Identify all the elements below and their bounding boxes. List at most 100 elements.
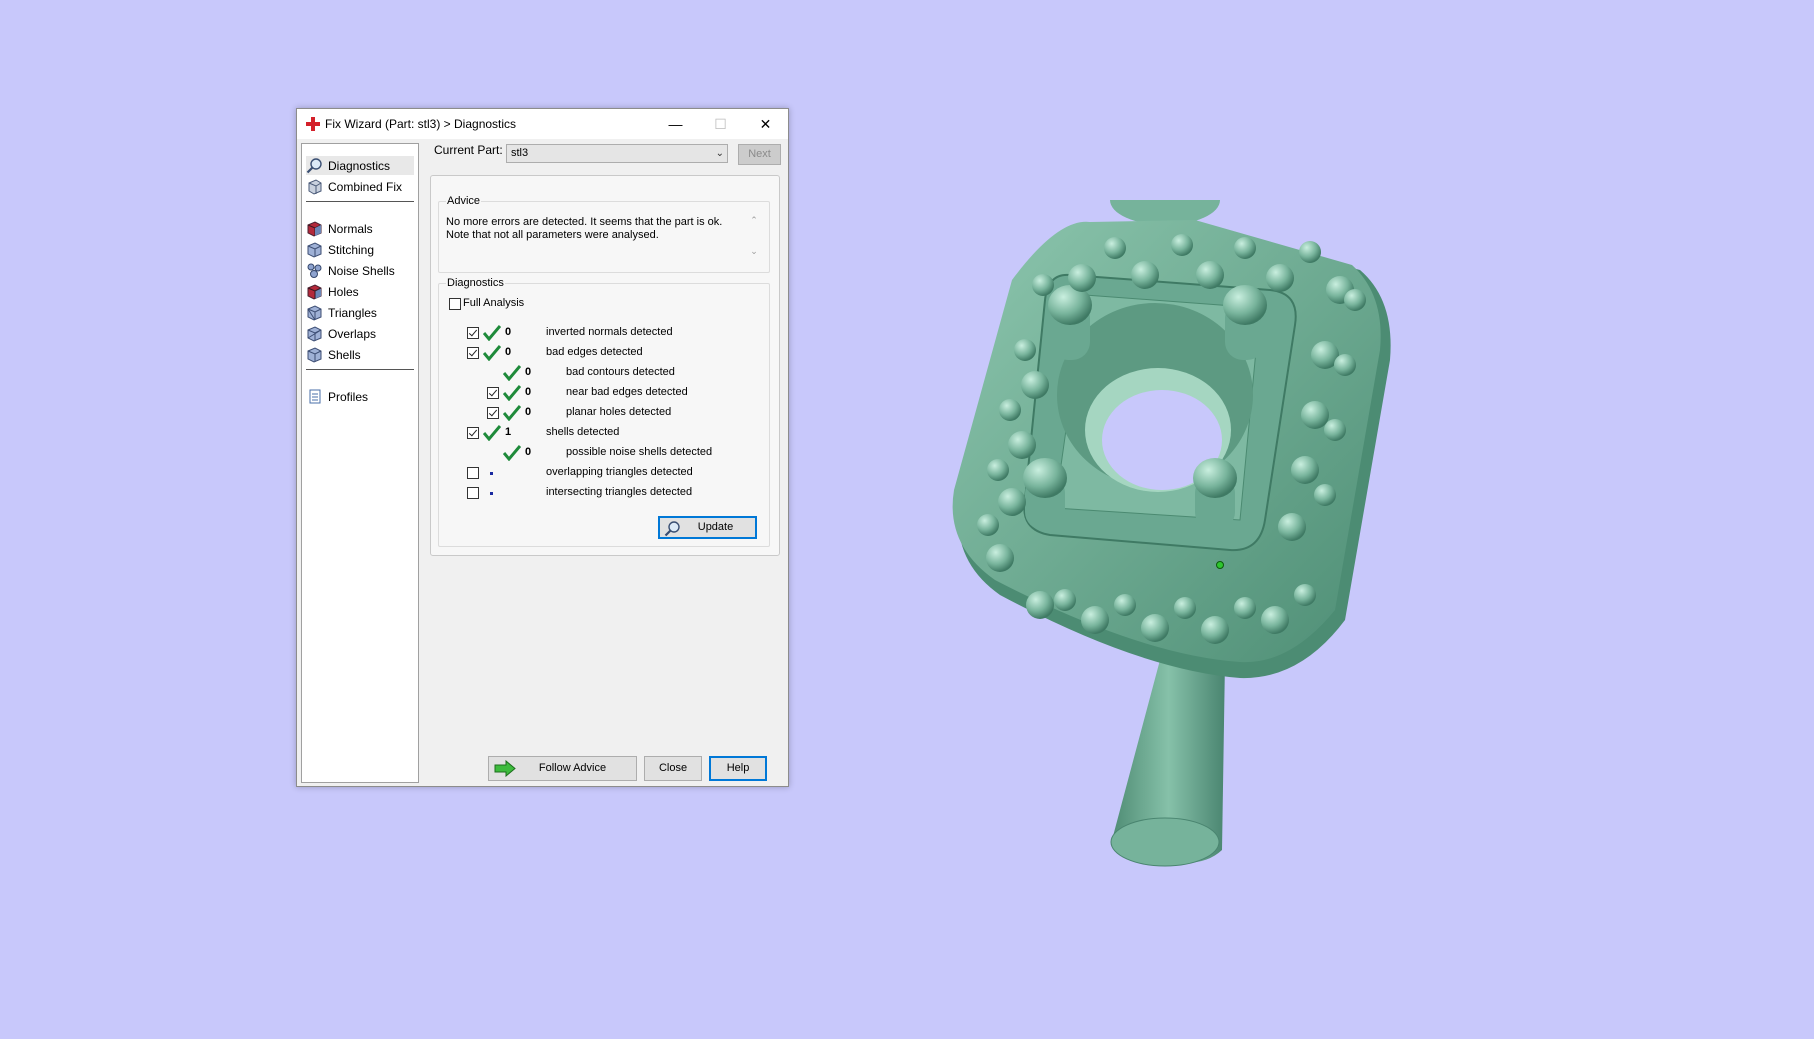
magnifier-icon	[306, 158, 322, 174]
nav-item-profiles[interactable]: Profiles	[306, 387, 414, 406]
near-bad-edges-checkbox[interactable]	[487, 387, 499, 399]
triangles-cube-icon	[307, 305, 322, 321]
model-pivot-marker	[1216, 561, 1224, 569]
close-window-button[interactable]: ✕	[743, 109, 788, 139]
wizard-nav-panel: Diagnostics Combined Fix Normals Stitchi…	[301, 143, 419, 783]
near-bad-edges-count: 0	[525, 386, 532, 398]
combined-fix-icon	[308, 179, 322, 195]
advice-text: No more errors are detected. It seems th…	[446, 216, 746, 266]
advice-line-2: Note that not all parameters were analys…	[446, 229, 659, 241]
diagnostics-panel: Advice No more errors are detected. It s…	[430, 175, 780, 556]
pending-dot-icon	[490, 492, 493, 495]
green-check-icon	[503, 385, 521, 401]
nav-label: Triangles	[328, 305, 377, 320]
nav-label: Normals	[328, 221, 373, 236]
nav-item-normals[interactable]: Normals	[306, 219, 414, 238]
intersecting-triangles-checkbox[interactable]	[467, 487, 479, 499]
noise-shells-icon	[307, 263, 322, 278]
shells-text: shells detected	[546, 426, 620, 438]
update-label: Update	[697, 521, 734, 533]
nav-label: Overlaps	[328, 326, 377, 341]
nav-separator	[306, 201, 414, 202]
follow-advice-label: Follow Advice	[538, 762, 607, 774]
overlapping-triangles-text: overlapping triangles detected	[546, 466, 693, 478]
red-cross-icon	[306, 117, 320, 131]
nav-item-triangles[interactable]: Triangles	[306, 303, 414, 322]
bad-edges-checkbox[interactable]	[467, 347, 479, 359]
window-title: Fix Wizard (Part: stl3) > Diagnostics	[325, 117, 517, 131]
bad-edges-text: bad edges detected	[546, 346, 643, 358]
intersecting-triangles-text: intersecting triangles detected	[546, 486, 693, 498]
fix-wizard-window: Fix Wizard (Part: stl3) > Diagnostics — …	[296, 108, 789, 787]
nav-label: Shells	[328, 347, 361, 362]
scroll-up-icon[interactable]: ⌃	[747, 215, 761, 226]
current-part-label: Current Part:	[434, 143, 503, 157]
nav-label: Profiles	[328, 389, 369, 404]
holes-cube-icon	[307, 284, 322, 300]
maximize-button[interactable]: ☐	[698, 109, 743, 139]
planar-holes-count: 0	[525, 406, 532, 418]
nav-item-overlaps[interactable]: Overlaps	[306, 324, 414, 343]
full-analysis-checkbox[interactable]	[449, 298, 461, 310]
close-button[interactable]: Close	[644, 756, 702, 781]
nav-label: Diagnostics	[328, 158, 391, 173]
pending-dot-icon	[490, 472, 493, 475]
green-arrow-icon	[494, 760, 516, 777]
diagnostics-title: Diagnostics	[446, 277, 505, 289]
overlapping-triangles-checkbox[interactable]	[467, 467, 479, 479]
bad-edges-count: 0	[505, 346, 512, 358]
overlaps-cube-icon	[307, 326, 322, 342]
magnifier-icon	[664, 521, 680, 537]
nav-label: Noise Shells	[328, 263, 395, 278]
green-check-icon	[483, 345, 501, 361]
planar-holes-text: planar holes detected	[566, 406, 672, 418]
next-button[interactable]: Next	[738, 144, 781, 165]
shells-cube-icon	[307, 347, 322, 363]
nav-label: Holes	[328, 284, 359, 299]
nav-item-combined-fix[interactable]: Combined Fix	[306, 177, 414, 196]
nav-label: Stitching	[328, 242, 375, 257]
stitching-cube-icon	[307, 242, 322, 258]
profiles-icon	[309, 389, 321, 404]
model-stem-base	[1110, 817, 1220, 867]
shells-count: 1	[505, 426, 512, 438]
3d-model-view[interactable]	[940, 200, 1520, 900]
full-analysis-label: Full Analysis	[463, 297, 525, 309]
minimize-button[interactable]: —	[653, 109, 698, 139]
nav-item-stitching[interactable]: Stitching	[306, 240, 414, 259]
near-bad-edges-text: near bad edges detected	[566, 386, 688, 398]
title-bar[interactable]: Fix Wizard (Part: stl3) > Diagnostics — …	[297, 109, 788, 139]
inverted-normals-count: 0	[505, 326, 512, 338]
noise-shells-text: possible noise shells detected	[566, 446, 713, 458]
nav-separator	[306, 369, 414, 370]
normals-cube-icon	[307, 221, 322, 237]
bad-contours-text: bad contours detected	[566, 366, 675, 378]
green-check-icon	[483, 325, 501, 341]
green-check-icon	[503, 405, 521, 421]
nav-item-noise-shells[interactable]: Noise Shells	[306, 261, 414, 280]
current-part-value: stl3	[511, 147, 529, 159]
advice-group: Advice No more errors are detected. It s…	[438, 195, 770, 273]
inverted-normals-text: inverted normals detected	[546, 326, 673, 338]
shells-checkbox[interactable]	[467, 427, 479, 439]
help-button[interactable]: Help	[709, 756, 767, 781]
inverted-normals-checkbox[interactable]	[467, 327, 479, 339]
green-check-icon	[503, 365, 521, 381]
advice-scrollbar[interactable]: ⌃ ⌄	[747, 215, 761, 267]
nav-item-shells[interactable]: Shells	[306, 345, 414, 364]
chevron-down-icon: ⌄	[715, 148, 724, 159]
noise-shells-count: 0	[525, 446, 532, 458]
follow-advice-button[interactable]: Follow Advice	[488, 756, 637, 781]
planar-holes-checkbox[interactable]	[487, 407, 499, 419]
nav-item-holes[interactable]: Holes	[306, 282, 414, 301]
nav-label: Combined Fix	[328, 179, 403, 194]
diagnostics-group: Diagnostics Full Analysis 0 inverted nor…	[438, 277, 770, 547]
scroll-down-icon[interactable]: ⌄	[747, 246, 761, 257]
update-button[interactable]: Update	[658, 516, 757, 539]
green-check-icon	[503, 445, 521, 461]
nav-item-diagnostics[interactable]: Diagnostics	[306, 156, 414, 175]
advice-title: Advice	[446, 195, 482, 207]
advice-line-1: No more errors are detected. It seems th…	[446, 216, 723, 228]
current-part-select[interactable]: stl3 ⌄	[506, 144, 728, 163]
green-check-icon	[483, 425, 501, 441]
